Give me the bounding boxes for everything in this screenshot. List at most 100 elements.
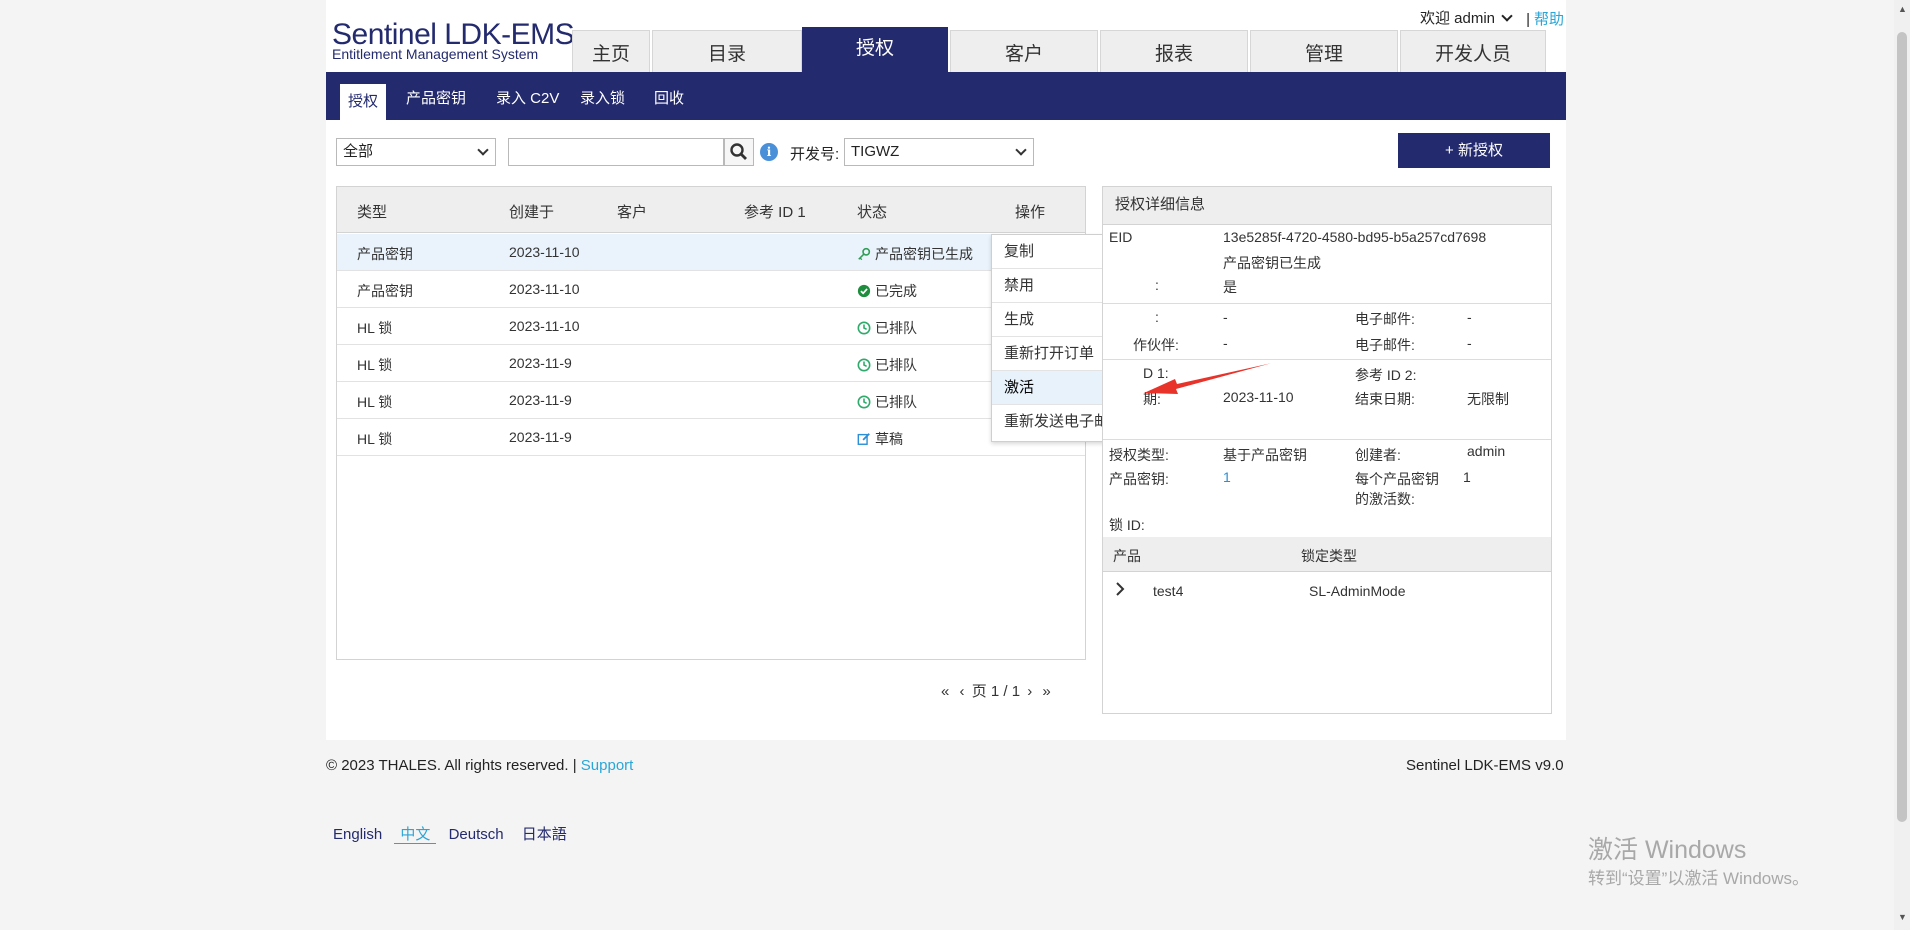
cell-status: 已排队 <box>875 357 917 373</box>
info-icon[interactable]: i <box>760 143 778 161</box>
subnav-entitlements[interactable]: 授权 <box>340 84 387 120</box>
page-indicator: 页 1 / 1 <box>971 683 1021 700</box>
clock-icon <box>857 321 871 335</box>
partial-label: : <box>1155 277 1159 293</box>
subnav-recycle[interactable]: 回收 <box>646 84 692 114</box>
vertical-scrollbar[interactable]: ▲ ▼ <box>1894 0 1910 930</box>
eid-label: EID <box>1109 229 1133 245</box>
cell-type: HL 锁 <box>357 357 393 373</box>
products-table-header: 产品 锁定类型 <box>1103 537 1551 572</box>
scrollbar-thumb[interactable] <box>1897 32 1907 822</box>
batch-code-value: TIGWZ <box>851 143 900 160</box>
new-entitlement-button[interactable]: + 新授权 <box>1398 133 1550 168</box>
cell-status: 已完成 <box>875 283 917 299</box>
creator-label: 创建者: <box>1355 447 1401 463</box>
col-actions: 操作 <box>1015 204 1046 221</box>
cell-status: 已排队 <box>875 320 917 336</box>
end-date-label: 结束日期: <box>1355 391 1415 407</box>
product-key-link[interactable]: 1 <box>1223 469 1231 485</box>
lang-chinese[interactable]: 中文 <box>394 826 437 844</box>
batch-label: 开发号: <box>790 146 840 163</box>
next-page-icon[interactable]: › <box>1027 683 1032 700</box>
table-header: 类型 创建于 客户 参考 ID 1 状态 操作 <box>337 187 1085 233</box>
table-row[interactable]: HL 锁 2023-11-10 已排队 <box>337 308 1085 345</box>
key-icon <box>858 247 871 261</box>
windows-watermark-title: 激活 Windows <box>1588 836 1747 864</box>
yes-value: 是 <box>1223 279 1237 295</box>
chevron-down-icon <box>1015 144 1027 156</box>
batch-code-select[interactable]: TIGWZ <box>844 138 1034 166</box>
tab-reports[interactable]: 报表 <box>1100 30 1248 72</box>
cell-type: 产品密钥 <box>357 246 413 262</box>
activations-label-2: 的激活数: <box>1355 491 1415 507</box>
footer-copyright-wrap: © 2023 THALES. All rights reserved. | Su… <box>326 757 633 774</box>
type-filter-value: 全部 <box>343 143 374 160</box>
ent-type-value: 基于产品密钥 <box>1223 447 1307 463</box>
table-row[interactable]: HL 锁 2023-11-9 已排队 <box>337 382 1085 419</box>
tab-developer[interactable]: 开发人员 <box>1400 30 1546 72</box>
expand-row-icon[interactable] <box>1115 581 1125 600</box>
help-link[interactable]: 帮助 <box>1534 11 1564 28</box>
pagination: « ‹ 页 1 / 1 › » <box>938 680 1054 701</box>
user-menu[interactable]: 欢迎 admin <box>1419 7 1513 28</box>
table-row[interactable]: HL 锁 2023-11-9 草稿 <box>337 419 1085 456</box>
product-key-label: 产品密钥: <box>1109 471 1169 487</box>
tab-customers[interactable]: 客户 <box>950 30 1098 72</box>
scroll-up-icon[interactable]: ▲ <box>1898 4 1907 14</box>
email2-value: - <box>1467 335 1472 351</box>
customer-label: : <box>1155 309 1159 325</box>
search-icon <box>730 143 747 160</box>
activations-value: 1 <box>1463 469 1471 485</box>
type-filter-select[interactable]: 全部 <box>336 138 496 166</box>
lang-german[interactable]: Deutsch <box>449 826 504 843</box>
col-ref-id-1[interactable]: 参考 ID 1 <box>744 201 806 222</box>
support-link[interactable]: Support <box>581 757 634 774</box>
table-row[interactable]: HL 锁 2023-11-9 已排队 <box>337 345 1085 382</box>
subnav-product-keys[interactable]: 产品密钥 <box>398 84 474 114</box>
tab-admin[interactable]: 管理 <box>1250 30 1398 72</box>
col-created[interactable]: 创建于 <box>509 201 554 222</box>
version: Sentinel LDK-EMS v9.0 <box>1406 757 1564 774</box>
subnav-load-c2v[interactable]: 录入 C2V <box>488 84 567 114</box>
lang-english[interactable]: English <box>333 826 382 843</box>
partner-value: - <box>1223 335 1228 351</box>
partner-label: 作伙伴: <box>1133 337 1179 353</box>
welcome-text: 欢迎 admin <box>1419 10 1495 27</box>
activations-label-1: 每个产品密钥 <box>1355 471 1439 487</box>
creator-value: admin <box>1467 443 1506 459</box>
search-input[interactable] <box>508 138 724 166</box>
search-button[interactable] <box>724 138 754 166</box>
clock-icon <box>857 395 871 409</box>
col-status[interactable]: 状态 <box>857 201 887 222</box>
email2-label: 电子邮件: <box>1355 337 1415 353</box>
chevron-down-icon <box>1501 10 1513 22</box>
cell-status: 已排队 <box>875 394 917 410</box>
prev-page-icon[interactable]: ‹ <box>960 683 965 700</box>
last-page-icon[interactable]: » <box>1042 683 1050 700</box>
table-row[interactable]: 产品密钥 2023-11-10 已完成 <box>337 271 1085 308</box>
col-customer[interactable]: 客户 <box>617 201 647 222</box>
cell-created: 2023-11-10 <box>509 318 580 334</box>
end-date-value: 无限制 <box>1467 391 1509 407</box>
cell-created: 2023-11-9 <box>509 429 572 445</box>
tab-entitlements[interactable]: 授权 <box>802 27 948 72</box>
lang-japanese[interactable]: 日本語 <box>522 826 567 843</box>
lock-id-label: 锁 ID: <box>1109 517 1145 533</box>
ent-type-label: 授权类型: <box>1109 447 1169 463</box>
scroll-down-icon[interactable]: ▼ <box>1898 912 1907 922</box>
edit-icon <box>857 433 870 445</box>
clock-icon <box>857 358 871 372</box>
product-lock-type: SL-AdminMode <box>1309 583 1406 599</box>
col-lock-type: 锁定类型 <box>1301 548 1357 564</box>
annotation-arrow <box>1144 363 1272 394</box>
table-row[interactable]: 产品密钥 2023-11-10 产品密钥已生成 <box>337 234 1085 271</box>
entitlement-details-panel: 授权详细信息 EID 13e5285f-4720-4580-bd95-b5a25… <box>1102 186 1552 714</box>
eid-value: 13e5285f-4720-4580-bd95-b5a257cd7698 <box>1223 229 1487 245</box>
help-link-wrap: | 帮助 <box>1526 11 1564 28</box>
sub-navigation: 授权 产品密钥 录入 C2V 录入锁 回收 <box>326 72 1566 120</box>
first-page-icon[interactable]: « <box>941 683 949 700</box>
col-type[interactable]: 类型 <box>357 201 387 222</box>
subnav-load-lock[interactable]: 录入锁 <box>572 84 633 114</box>
tab-catalog[interactable]: 目录 <box>652 30 802 72</box>
tab-home[interactable]: 主页 <box>572 30 650 72</box>
